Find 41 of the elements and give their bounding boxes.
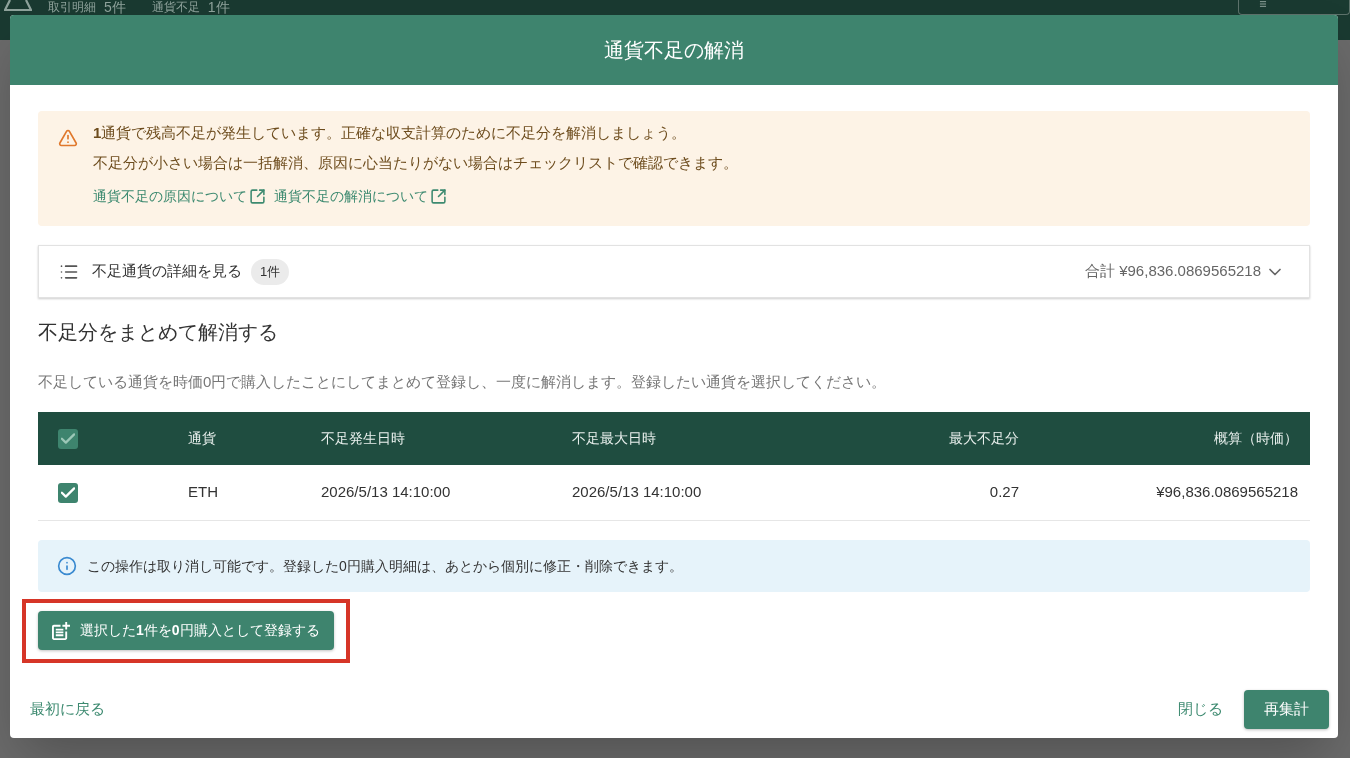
menu-icon — [1257, 0, 1269, 8]
column-header: 通貨 — [188, 429, 217, 448]
help-link[interactable]: 通貨不足の解消について — [274, 185, 447, 207]
table-cell-text: 2026/5/13 14:10:00 — [572, 482, 703, 503]
section-heading: 不足分をまとめて解消する — [38, 320, 279, 345]
external-link-icon — [249, 187, 266, 205]
help-link[interactable]: 通貨不足の原因について — [93, 185, 266, 207]
column-header: 不足発生日時 — [321, 429, 406, 448]
register-button[interactable]: 選択した1件を0円購入として登録する — [38, 611, 334, 650]
header-count: 5件 — [104, 0, 126, 15]
table-cell-text: ETH — [188, 482, 219, 503]
table-cell-text: ¥96,836.0869565218 — [1155, 482, 1298, 503]
recalculate-button[interactable]: 再集計 — [1244, 690, 1329, 729]
column-header: 不足最大日時 — [572, 429, 657, 448]
back-link[interactable]: 最初に戻る — [24, 690, 111, 729]
close-button[interactable]: 閉じる — [1170, 690, 1231, 729]
header-label: 取引明細 — [48, 0, 96, 15]
section-description: 不足している通貨を時価0円で購入したことにしてまとめて登録し、一度に解消します。登録したい通貨を選択してください。 — [38, 372, 888, 392]
header-label: 通貨不足 — [151, 0, 200, 15]
column-header: 最大不足分 — [948, 429, 1019, 448]
details-accordion[interactable]: 不足通貨の詳細を見る 1件 合計 ¥96,836.0869565218 — [38, 245, 1310, 298]
column-header: 概算（時価） — [1213, 429, 1298, 448]
check-icon — [61, 487, 75, 498]
warning-icon — [58, 128, 78, 148]
info-icon — [57, 556, 77, 576]
checkbox[interactable] — [58, 428, 78, 449]
table-cell-text: 0.27 — [988, 482, 1019, 503]
count-chip: 1件 — [251, 258, 290, 285]
warning-text: 1通貨で残高不足が発生しています。正確な収支計算のために不足分を解消しましょう。 — [93, 123, 688, 143]
details-total: 合計 ¥96,836.0869565218 — [1085, 261, 1261, 282]
logo-icon — [4, 0, 32, 12]
check-icon — [61, 433, 75, 444]
checkbox[interactable] — [58, 482, 78, 503]
header-count: 1件 — [207, 0, 230, 15]
note-add-icon — [52, 621, 70, 640]
info-text: この操作は取り消し可能です。登録した0円購入明細は、あとから個別に修正・削除できます。 — [87, 556, 683, 576]
dialog-title: 通貨不足の解消 — [604, 38, 744, 63]
warning-text: 不足分が小さい場合は一括解消、原因に心当たりがない場合はチェックリストで確認できます。 — [93, 153, 738, 173]
table-cell-text: 2026/5/13 14:10:00 — [321, 482, 452, 503]
external-link-icon — [430, 187, 447, 205]
details-label: 不足通貨の詳細を見る — [92, 261, 242, 282]
